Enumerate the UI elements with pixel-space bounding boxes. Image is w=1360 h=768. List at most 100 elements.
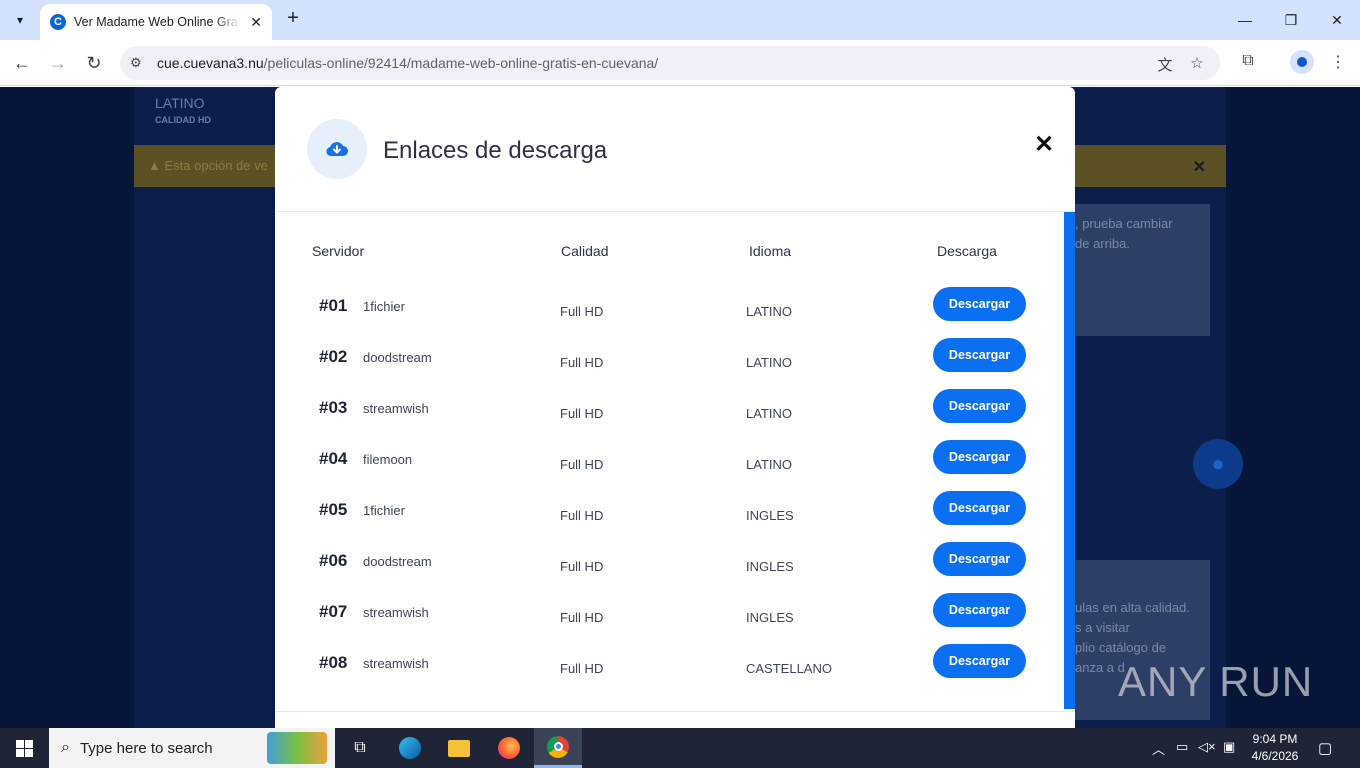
row-server: 1fichier (363, 503, 405, 518)
row-language: LATINO (746, 355, 792, 370)
row-number: #01 (319, 296, 348, 315)
row-number: #08 (319, 653, 348, 672)
row-language: INGLES (746, 508, 794, 523)
download-button[interactable]: Descargar (933, 593, 1026, 627)
row-number: #04 (319, 449, 348, 468)
url-text[interactable]: cue.cuevana3.nu/peliculas-online/92414/m… (157, 55, 658, 71)
language-selector[interactable]: LATINO CALIDAD HD (155, 95, 211, 125)
clock-date: 4/6/2026 (1251, 749, 1299, 763)
row-server: doodstream (363, 554, 432, 569)
close-window-icon[interactable]: ✕ (1314, 0, 1360, 40)
row-number: #07 (319, 602, 348, 621)
taskbar-search[interactable]: ⌕ Type here to search (49, 728, 335, 768)
file-explorer-icon[interactable] (435, 728, 483, 768)
download-links-modal: Enlaces de descarga ✕ Servidor Calidad I… (275, 87, 1075, 728)
taskbar-clock[interactable]: 9:04 PM 4/6/2026 (1245, 731, 1305, 765)
row-number: #02 (319, 347, 348, 366)
column-header-download: Descarga (937, 243, 997, 259)
cuevana-favicon-icon: C (50, 14, 66, 30)
row-language: LATINO (746, 304, 792, 319)
table-row: #08 streamwish Full HD CASTELLANO Descar… (275, 644, 1065, 704)
modal-header: Enlaces de descarga ✕ (275, 87, 1075, 212)
column-header-language: Idioma (749, 243, 792, 259)
tray-chevron-icon[interactable]: ︿ (1152, 739, 1165, 758)
bookmark-star-icon[interactable]: ☆ (1188, 54, 1206, 72)
row-server: filemoon (363, 452, 413, 467)
search-placeholder: Type here to search (79, 739, 213, 757)
warning-text: Esta opción de ve (164, 158, 268, 173)
forward-icon[interactable]: → (46, 51, 70, 75)
row-quality: Full HD (560, 559, 604, 574)
row-language: INGLES (746, 559, 794, 574)
column-header-server: Servidor (312, 243, 365, 259)
row-quality: Full HD (560, 355, 604, 370)
modal-title: Enlaces de descarga (383, 137, 608, 164)
task-view-icon[interactable]: ⧉ (336, 728, 384, 768)
download-table: Servidor Calidad Idioma Descarga #01 1fi… (275, 212, 1065, 709)
lightbulb-icon[interactable]: ● (1193, 439, 1243, 489)
chrome-icon[interactable] (534, 728, 582, 768)
extensions-icon[interactable]: ⧉ (1237, 52, 1259, 74)
address-bar[interactable]: ⚙ cue.cuevana3.nu/peliculas-online/92414… (120, 46, 1220, 80)
row-server: streamwish (363, 401, 429, 416)
tab-title: Ver Madame Web Online Gratis en Cuevana (74, 15, 240, 29)
minimize-icon[interactable]: — (1222, 0, 1268, 40)
url-host: cue.cuevana3.nu (157, 55, 264, 71)
quality-label: CALIDAD HD (155, 115, 211, 125)
new-tab-icon[interactable]: + (282, 8, 304, 30)
translate-icon[interactable]: 文 (1156, 54, 1174, 74)
back-icon[interactable]: ← (10, 51, 34, 75)
firefox-icon[interactable] (485, 728, 533, 768)
download-button[interactable]: Descargar (933, 338, 1026, 372)
row-server: 1fichier (363, 299, 405, 314)
tab-close-icon[interactable]: ✕ (250, 14, 262, 31)
profile-avatar-icon[interactable] (1290, 50, 1314, 74)
row-number: #05 (319, 500, 348, 519)
notifications-icon[interactable]: ▢ (1318, 739, 1332, 757)
download-button[interactable]: Descargar (933, 287, 1026, 321)
download-button[interactable]: Descargar (933, 542, 1026, 576)
row-server: doodstream (363, 350, 432, 365)
windows-start-icon[interactable] (0, 728, 48, 768)
modal-scrollbar[interactable] (1064, 212, 1075, 709)
row-language: LATINO (746, 457, 792, 472)
row-server: streamwish (363, 605, 429, 620)
download-button[interactable]: Descargar (933, 389, 1026, 423)
clock-time: 9:04 PM (1252, 732, 1298, 746)
anyrun-watermark: ANY RUN (1118, 658, 1314, 705)
modal-divider (275, 711, 1075, 712)
warning-icon: ▲ (148, 158, 161, 173)
row-language: INGLES (746, 610, 794, 625)
browser-tab[interactable]: C Ver Madame Web Online Gratis en Cuevan… (40, 4, 272, 40)
row-quality: Full HD (560, 304, 604, 319)
edge-icon[interactable] (386, 728, 434, 768)
tab-search-icon[interactable]: ▾ (8, 8, 32, 32)
row-quality: Full HD (560, 406, 604, 421)
modal-close-icon[interactable]: ✕ (1032, 133, 1056, 157)
download-button[interactable]: Descargar (933, 440, 1026, 474)
row-quality: Full HD (560, 610, 604, 625)
puzzle-art-icon (267, 732, 327, 764)
side-notice-1: , prueba cambiar de arriba. (1065, 204, 1210, 336)
network-icon[interactable]: ▭ (1176, 739, 1188, 755)
display-icon[interactable]: ▣ (1223, 739, 1235, 755)
row-server: streamwish (363, 656, 429, 671)
site-info-icon[interactable]: ⚙ (130, 55, 146, 71)
reload-icon[interactable]: ↻ (82, 51, 106, 75)
volume-muted-icon[interactable]: ◁× (1198, 739, 1216, 755)
warning-close-icon[interactable]: ✕ (1193, 157, 1206, 177)
browser-toolbar: ← → ↻ ⚙ cue.cuevana3.nu/peliculas-online… (0, 40, 1360, 86)
menu-kebab-icon[interactable]: ⋮ (1327, 52, 1349, 74)
restore-icon[interactable]: ❐ (1268, 0, 1314, 40)
download-button[interactable]: Descargar (933, 491, 1026, 525)
language-label: LATINO (155, 95, 205, 111)
url-path: /peliculas-online/92414/madame-web-onlin… (263, 55, 659, 71)
cloud-download-icon (307, 119, 367, 179)
search-icon: ⌕ (61, 739, 70, 756)
row-number: #06 (319, 551, 348, 570)
row-language: LATINO (746, 406, 792, 421)
windows-taskbar: ⌕ Type here to search ⧉ ︿ ▭ ◁× ▣ 9:04 PM… (0, 728, 1360, 768)
row-quality: Full HD (560, 661, 604, 676)
row-quality: Full HD (560, 457, 604, 472)
download-button[interactable]: Descargar (933, 644, 1026, 678)
